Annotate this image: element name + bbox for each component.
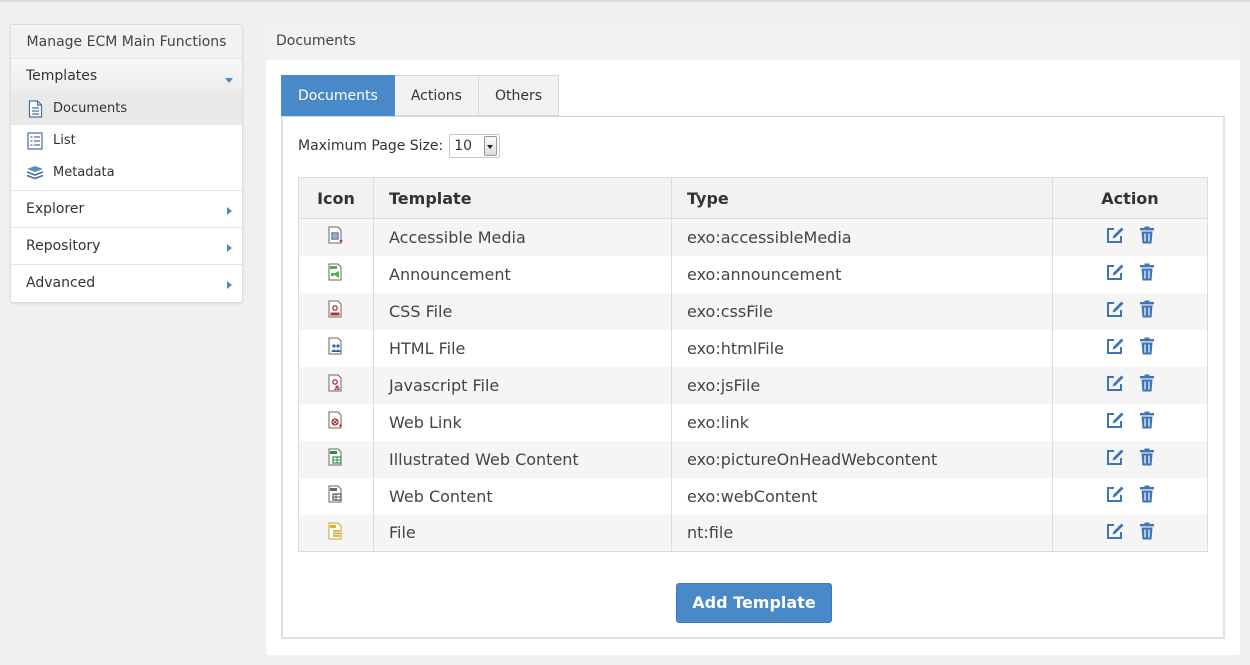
template-name: Javascript File (373, 366, 672, 404)
sidebar: Manage ECM Main Functions Templates Docu… (10, 24, 243, 303)
sidebar-item-list[interactable]: List (11, 125, 242, 157)
edit-icon[interactable] (1106, 226, 1125, 248)
sidebar-section-label: Repository (26, 238, 101, 254)
template-name: HTML File (373, 329, 672, 367)
column-header-template: Template (373, 177, 672, 219)
sidebar-title: Manage ECM Main Functions (11, 25, 242, 59)
column-header-action: Action (1052, 177, 1208, 219)
trash-icon[interactable] (1139, 337, 1155, 359)
template-name: Illustrated Web Content (373, 440, 672, 478)
trash-icon[interactable] (1139, 485, 1155, 507)
tab-others[interactable]: Others (478, 75, 560, 116)
template-type: exo:link (671, 403, 1053, 441)
caret-right-icon (227, 244, 232, 252)
page-size-value: 10 (454, 138, 473, 154)
edit-icon[interactable] (1106, 263, 1125, 285)
caret-right-icon (227, 207, 232, 215)
sidebar-item-label: Documents (53, 101, 128, 116)
trash-icon[interactable] (1139, 448, 1155, 470)
table-row: HTML File exo:htmlFile (298, 329, 1208, 367)
template-type: exo:pictureOnHeadWebcontent (671, 440, 1053, 478)
document-icon (26, 100, 44, 118)
trash-icon[interactable] (1139, 411, 1155, 433)
dropdown-arrow-icon[interactable] (484, 136, 498, 156)
page-size-control: Maximum Page Size: 10 (298, 134, 501, 158)
html-file-icon (327, 337, 345, 359)
trash-icon[interactable] (1139, 300, 1155, 322)
web-content-icon (327, 485, 345, 507)
column-header-type: Type (671, 177, 1053, 219)
template-name: Web Link (373, 403, 672, 441)
caret-right-icon (227, 281, 232, 289)
edit-icon[interactable] (1106, 337, 1125, 359)
template-type: exo:jsFile (671, 366, 1053, 404)
edit-icon[interactable] (1106, 522, 1125, 544)
sidebar-item-label: Metadata (53, 165, 115, 180)
trash-icon[interactable] (1139, 522, 1155, 544)
table-row: Illustrated Web Content exo:pictureOnHea… (298, 440, 1208, 478)
sidebar-item-documents[interactable]: Documents (11, 93, 242, 125)
page-title: Documents (266, 24, 1240, 60)
column-header-icon: Icon (298, 177, 374, 219)
table-row: Announcement exo:announcement (298, 255, 1208, 293)
table-row: Accessible Media exo:accessibleMedia (298, 218, 1208, 256)
page-size-select[interactable]: 10 (449, 134, 501, 158)
table-row: CSS File exo:cssFile (298, 292, 1208, 330)
template-name: File (373, 514, 672, 552)
sidebar-item-label: List (53, 133, 76, 148)
trash-icon[interactable] (1139, 374, 1155, 396)
edit-icon[interactable] (1106, 485, 1125, 507)
table-header-row: Icon Template Type Action (298, 177, 1208, 219)
caret-down-icon (225, 78, 233, 83)
table-row: Web Link exo:link (298, 403, 1208, 441)
main-content: Documents Actions Others Maximum Page Si… (266, 60, 1240, 655)
file-icon (327, 522, 345, 544)
sidebar-section-advanced[interactable]: Advanced (11, 265, 242, 302)
tab-documents[interactable]: Documents (281, 75, 395, 116)
tab-panel: Maximum Page Size: 10 Icon Template Type… (281, 116, 1225, 639)
template-type: exo:htmlFile (671, 329, 1053, 367)
add-template-button[interactable]: Add Template (676, 583, 832, 623)
trash-icon[interactable] (1139, 263, 1155, 285)
edit-icon[interactable] (1106, 411, 1125, 433)
template-type: exo:accessibleMedia (671, 218, 1053, 256)
top-shadow (0, 0, 1250, 3)
template-name: Accessible Media (373, 218, 672, 256)
illustrated-web-content-icon (327, 448, 345, 470)
templates-table: Icon Template Type Action Accessible Med… (298, 177, 1208, 552)
javascript-file-icon (327, 374, 345, 396)
metadata-icon (26, 164, 44, 182)
list-icon (26, 132, 44, 150)
sidebar-section-label: Advanced (26, 275, 96, 291)
table-row: Javascript File exo:jsFile (298, 366, 1208, 404)
templates-submenu: Documents List Metadata (11, 93, 242, 191)
web-link-icon (327, 411, 345, 433)
trash-icon[interactable] (1139, 226, 1155, 248)
template-name: Web Content (373, 477, 672, 515)
template-type: nt:file (671, 514, 1053, 552)
accessible-media-icon (327, 226, 345, 248)
edit-icon[interactable] (1106, 448, 1125, 470)
tab-actions[interactable]: Actions (394, 75, 479, 116)
template-type: exo:cssFile (671, 292, 1053, 330)
css-file-icon (327, 300, 345, 322)
edit-icon[interactable] (1106, 300, 1125, 322)
template-type: exo:announcement (671, 255, 1053, 293)
table-row: File nt:file (298, 514, 1208, 552)
edit-icon[interactable] (1106, 374, 1125, 396)
sidebar-section-label: Explorer (26, 201, 85, 217)
template-name: Announcement (373, 255, 672, 293)
tab-bar: Documents Actions Others (281, 75, 560, 116)
announcement-icon (327, 263, 345, 285)
sidebar-section-explorer[interactable]: Explorer (11, 191, 242, 228)
sidebar-section-repository[interactable]: Repository (11, 228, 242, 265)
template-name: CSS File (373, 292, 672, 330)
table-row: Web Content exo:webContent (298, 477, 1208, 515)
template-type: exo:webContent (671, 477, 1053, 515)
sidebar-section-templates[interactable]: Templates (11, 59, 242, 93)
page-size-label: Maximum Page Size: (298, 138, 444, 154)
sidebar-section-label: Templates (26, 68, 98, 84)
sidebar-item-metadata[interactable]: Metadata (11, 157, 242, 189)
